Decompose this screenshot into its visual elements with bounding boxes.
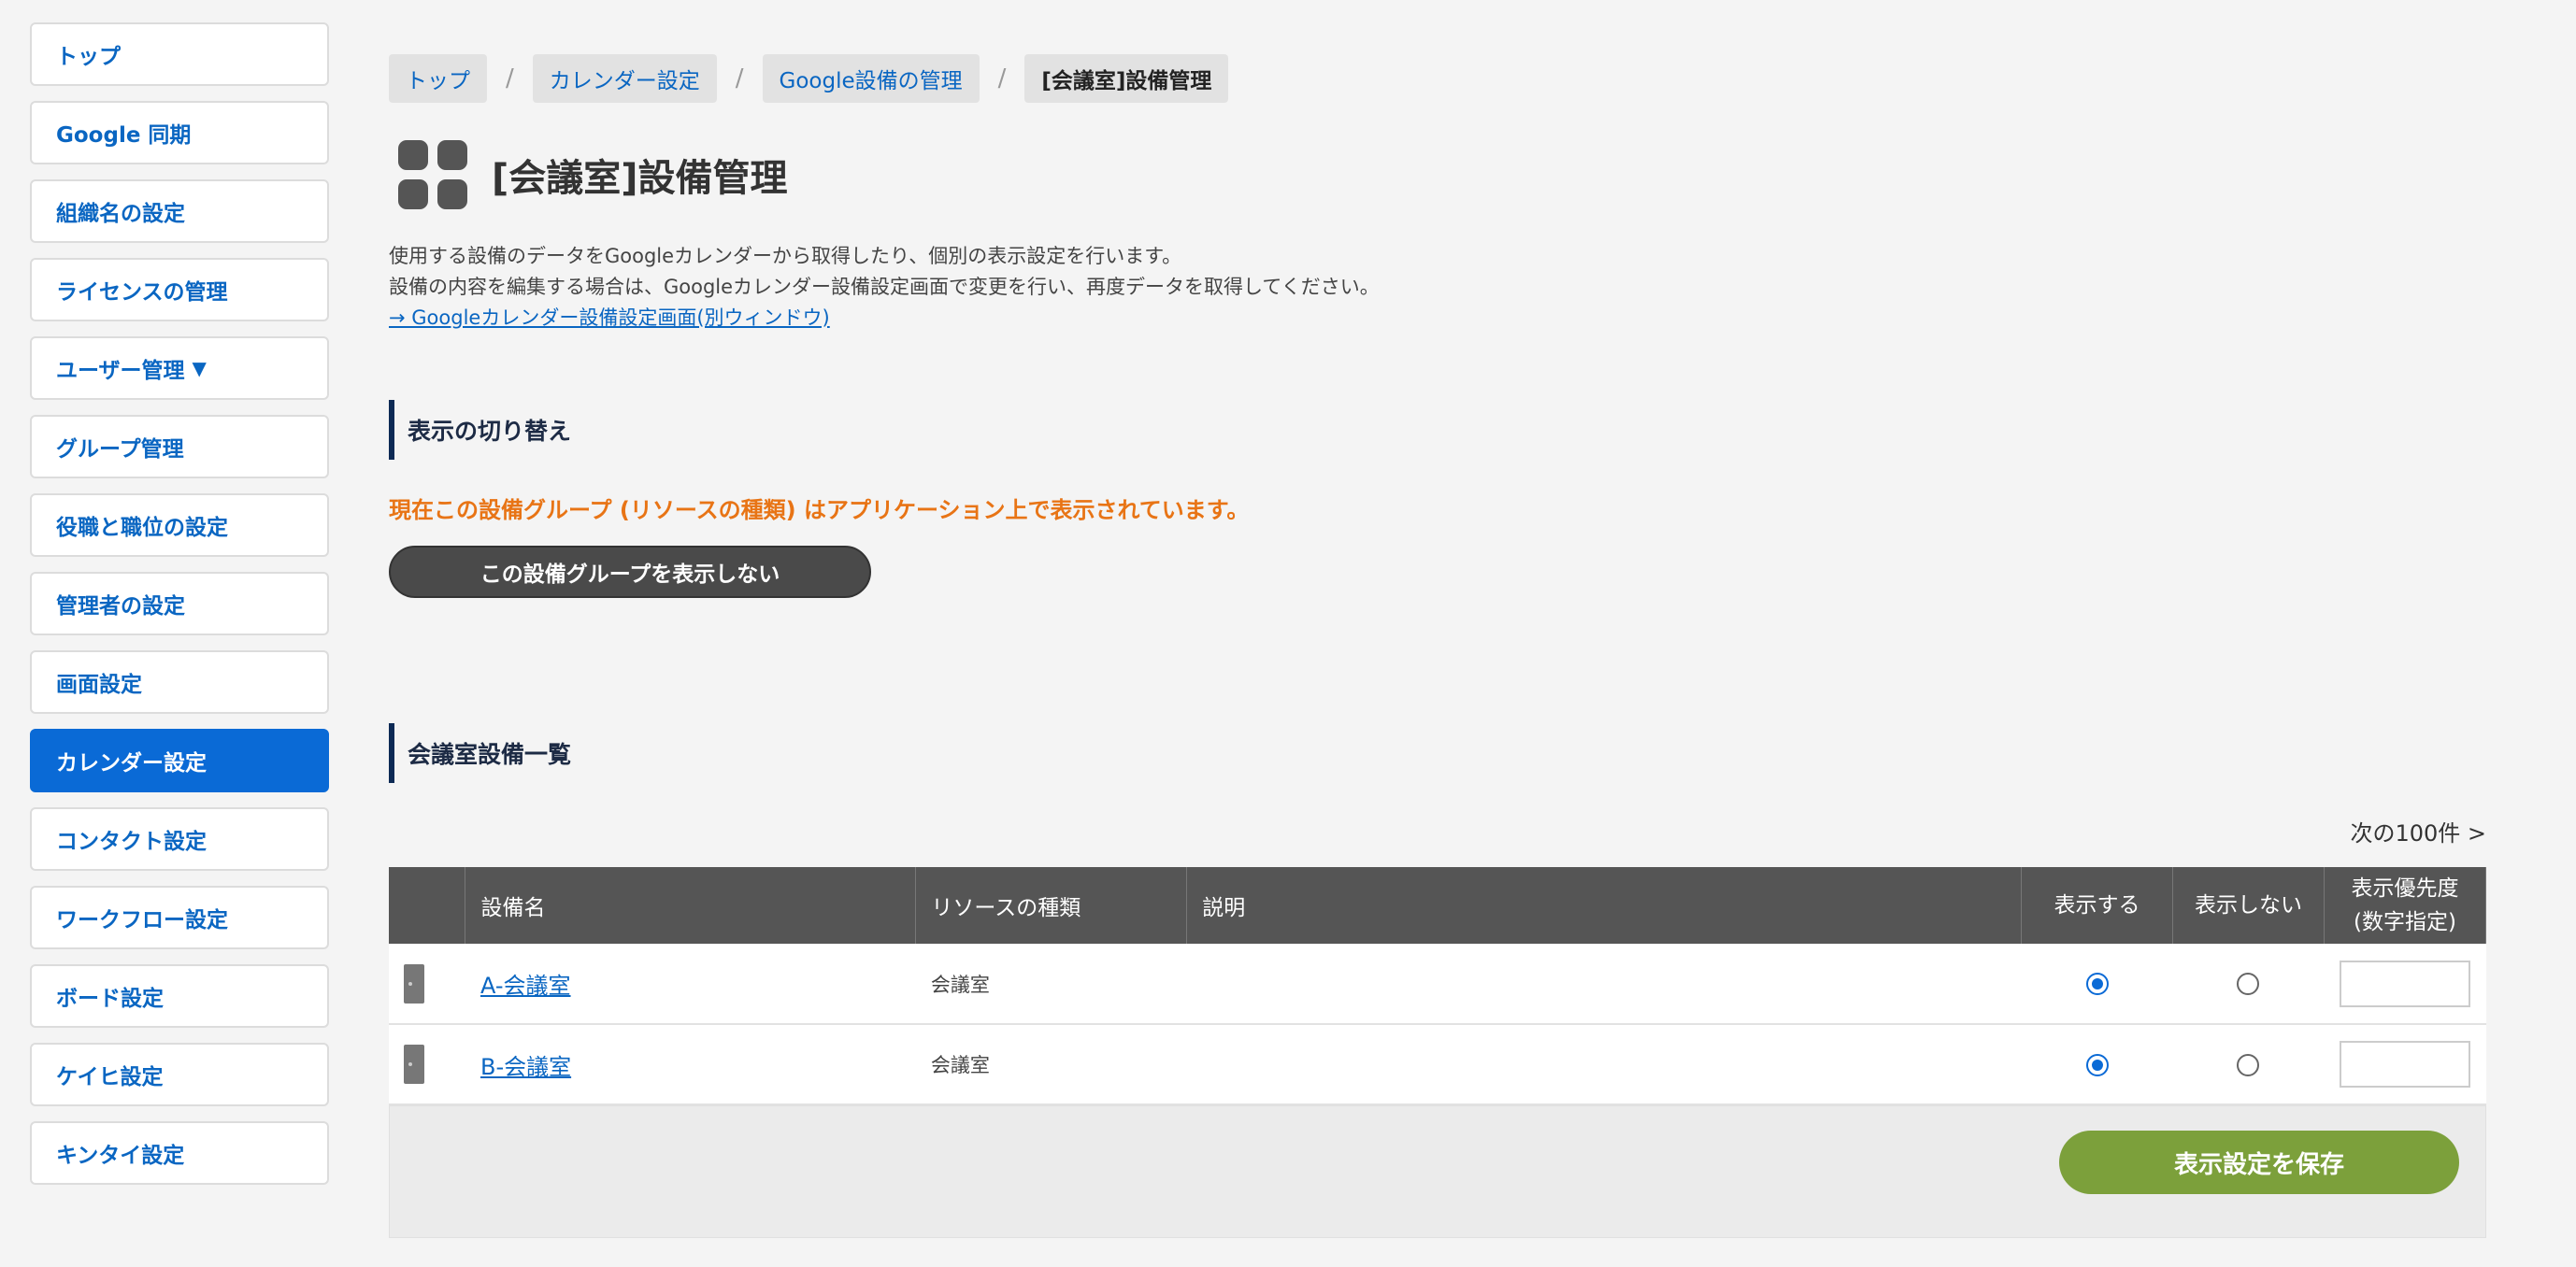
sidebar-item-workflow-settings[interactable]: ワークフロー設定 (30, 886, 329, 949)
sidebar-item-contact-settings[interactable]: コンタクト設定 (30, 807, 329, 871)
show-radio[interactable] (2085, 1053, 2109, 1076)
priority-input[interactable] (2339, 960, 2470, 1007)
sidebar-item-google-sync[interactable]: Google 同期 (30, 101, 329, 164)
sidebar-item-label: グループ管理 (56, 437, 184, 462)
sidebar-item-label: カレンダー設定 (56, 751, 207, 776)
table-header-row: 設備名 リソースの種類 説明 表示する 表示しない 表示優先度 (数字指定) (389, 867, 2487, 944)
hide-radio[interactable] (2237, 973, 2260, 995)
resource-name-link[interactable]: B-会議室 (480, 1054, 571, 1080)
sidebar-item-license[interactable]: ライセンスの管理 (30, 258, 329, 321)
breadcrumb-separator: / (997, 64, 1007, 93)
priority-cell (2324, 1024, 2485, 1104)
breadcrumb-calendar-settings[interactable]: カレンダー設定 (532, 54, 717, 103)
page-title: [会議室]設備管理 (492, 157, 788, 200)
display-status-notice: 現在この設備グループ (リソースの種類) はアプリケーション上で表示されています… (389, 497, 1250, 523)
description-cell (1187, 1024, 2022, 1104)
sidebar-item-label: ボード設定 (56, 987, 164, 1011)
hide-cell (2173, 944, 2325, 1024)
description-cell (1187, 944, 2022, 1024)
show-cell (2022, 944, 2173, 1024)
sidebar-item-top[interactable]: トップ (30, 22, 329, 86)
name-cell: A-会議室 (465, 944, 916, 1024)
sidebar-item-user-management[interactable]: ユーザー管理 ▼ (30, 336, 329, 400)
sidebar-item-attendance-settings[interactable]: キンタイ設定 (30, 1121, 329, 1185)
table-row: A-会議室 会議室 (389, 944, 2486, 1024)
priority-header-line: 表示優先度 (2351, 876, 2459, 901)
name-column-header: 設備名 (465, 867, 917, 944)
sidebar-item-administrators[interactable]: 管理者の設定 (30, 572, 329, 635)
sidebar: トップ Google 同期 組織名の設定 ライセンスの管理 ユーザー管理 ▼ グル… (30, 22, 329, 1200)
display-toggle-heading: 表示の切り替え (389, 400, 571, 460)
breadcrumb-current: [会議室]設備管理 (1024, 54, 1229, 103)
show-radio[interactable] (2085, 973, 2109, 995)
sidebar-item-label: トップ (56, 45, 121, 69)
title-row: [会議室]設備管理 (398, 140, 788, 209)
name-cell: B-会議室 (465, 1024, 916, 1104)
hide-resource-group-button[interactable]: この設備グループを表示しない (389, 546, 871, 598)
breadcrumb-google-resources[interactable]: Google設備の管理 (762, 54, 980, 103)
resource-table: 設備名 リソースの種類 説明 表示する 表示しない 表示優先度 (数字指定) A… (389, 867, 2487, 1105)
sidebar-item-organization-name[interactable]: 組織名の設定 (30, 179, 329, 243)
sidebar-item-label: ワークフロー設定 (56, 908, 228, 932)
room-cell (389, 944, 465, 1024)
priority-header-line: (数字指定) (2354, 910, 2456, 934)
type-column-header: リソースの種類 (915, 867, 1188, 944)
sidebar-item-group-management[interactable]: グループ管理 (30, 415, 329, 478)
type-cell: 会議室 (930, 1054, 990, 1076)
door-icon (404, 1045, 424, 1084)
sidebar-item-screen-settings[interactable]: 画面設定 (30, 650, 329, 714)
show-column-header: 表示する (2021, 867, 2173, 944)
save-display-settings-button[interactable]: 表示設定を保存 (2059, 1131, 2459, 1194)
hide-radio[interactable] (2237, 1053, 2260, 1076)
next-page-link[interactable]: 次の100件 > (2350, 815, 2486, 847)
table-footer: 表示設定を保存 (389, 1105, 2486, 1238)
breadcrumb-top[interactable]: トップ (389, 54, 487, 103)
resource-list-heading: 会議室設備一覧 (389, 723, 571, 783)
grid-icon (398, 140, 467, 209)
sidebar-item-label: 役職と職位の設定 (56, 516, 228, 540)
breadcrumb: トップ / カレンダー設定 / Google設備の管理 / [会議室]設備管理 (389, 54, 1229, 103)
sidebar-item-label: ライセンスの管理 (56, 280, 228, 305)
icon-column-header (389, 867, 466, 944)
hide-cell (2173, 1024, 2325, 1104)
sidebar-item-expense-settings[interactable]: ケイヒ設定 (30, 1043, 329, 1106)
sidebar-item-label: 管理者の設定 (56, 594, 185, 619)
sidebar-item-label: 組織名の設定 (56, 202, 185, 226)
sidebar-item-label: Google 同期 (56, 123, 192, 148)
sidebar-item-positions[interactable]: 役職と職位の設定 (30, 493, 329, 557)
type-cell: 会議室 (930, 973, 990, 996)
description-line: 設備の内容を編集する場合は、Googleカレンダー設備設定画面で変更を行い、再度… (389, 276, 1380, 298)
room-cell (389, 1024, 465, 1104)
resource-name-link[interactable]: A-会議室 (480, 973, 571, 999)
sidebar-item-board-settings[interactable]: ボード設定 (30, 964, 329, 1028)
sidebar-item-label: 画面設定 (56, 673, 142, 697)
sidebar-item-label: キンタイ設定 (56, 1144, 185, 1168)
hide-column-header: 表示しない (2172, 867, 2325, 944)
sidebar-item-label: ケイヒ設定 (56, 1065, 164, 1089)
door-icon (404, 963, 424, 1004)
show-cell (2022, 1024, 2173, 1104)
page-description: 使用する設備のデータをGoogleカレンダーから取得したり、個別の表示設定を行い… (389, 241, 1380, 334)
sidebar-item-label: コンタクト設定 (56, 830, 207, 854)
resource-table-container: 設備名 リソースの種類 説明 表示する 表示しない 表示優先度 (数字指定) A… (389, 867, 2487, 1238)
priority-input[interactable] (2339, 1041, 2470, 1088)
priority-cell (2324, 944, 2485, 1024)
table-row: B-会議室 会議室 (389, 1024, 2486, 1104)
sidebar-item-calendar-settings[interactable]: カレンダー設定 (30, 729, 329, 792)
breadcrumb-separator: / (735, 64, 744, 93)
sidebar-item-label: ユーザー管理 (56, 359, 185, 383)
description-line: 使用する設備のデータをGoogleカレンダーから取得したり、個別の表示設定を行い… (389, 245, 1182, 267)
google-calendar-resource-link[interactable]: → Googleカレンダー設備設定画面(別ウィンドウ) (389, 303, 1380, 334)
priority-column-header: 表示優先度 (数字指定) (2324, 867, 2487, 944)
caret-down-icon: ▼ (192, 357, 207, 379)
description-column-header: 説明 (1186, 867, 2023, 944)
breadcrumb-separator: / (506, 64, 514, 93)
